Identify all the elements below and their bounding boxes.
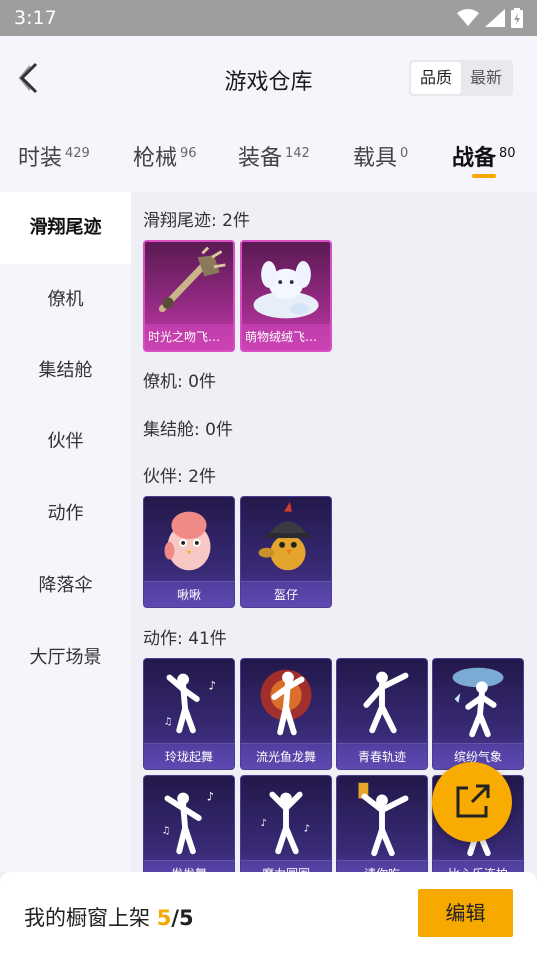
item-card[interactable]: 啾啾 — [143, 496, 235, 608]
item-name: 魔力圆圈 — [241, 860, 331, 872]
svg-text:♪: ♪ — [261, 818, 267, 829]
partner-bird-pink-icon — [164, 511, 211, 571]
item-card[interactable]: 青春轨迹 — [336, 658, 428, 770]
tab-label: 时装 — [18, 146, 63, 171]
svg-text:♫: ♫ — [164, 716, 173, 727]
tab-count: 0 — [400, 146, 409, 161]
emote-dancer-icon: ♪♫ — [164, 673, 216, 734]
sort-toggle: 品质 最新 — [409, 60, 513, 96]
tab-equipment[interactable]: 装备 142 — [238, 140, 310, 172]
signal-icon — [485, 9, 505, 27]
item-card[interactable]: 时光之吻飞行... — [143, 240, 235, 352]
item-name: 时光之吻飞行... — [145, 324, 233, 350]
status-icons — [457, 8, 523, 28]
emote-hair-dancer-icon: ♪♫ — [162, 789, 214, 855]
emote-fire-dancer-icon — [260, 669, 312, 736]
tab-fashion[interactable]: 时装 429 — [18, 140, 90, 172]
item-name: 啾啾 — [144, 581, 234, 607]
sort-quality-button[interactable]: 品质 — [411, 62, 461, 94]
item-name: 玲珑起舞 — [144, 743, 234, 769]
tab-vehicles[interactable]: 载具 0 — [353, 140, 408, 172]
tab-count: 80 — [499, 146, 516, 161]
tab-count: 429 — [65, 146, 90, 161]
item-card[interactable]: 缤纷气象 — [432, 658, 524, 770]
tab-battle-prep[interactable]: 战备 80 — [452, 140, 516, 172]
tab-guns[interactable]: 枪械 96 — [133, 140, 197, 172]
category-tabs: 时装 429 枪械 96 装备 142 载具 0 战备 80 — [0, 120, 537, 192]
showcase-bar: 我的橱窗上架 5/5 编辑 — [0, 872, 537, 955]
item-name: 青春轨迹 — [337, 743, 427, 769]
showcase-label: 我的橱窗上架 — [24, 906, 150, 930]
item-name: 盔仔 — [241, 581, 331, 607]
tab-label: 装备 — [238, 146, 283, 171]
item-name: 流光鱼龙舞 — [241, 743, 331, 769]
battery-icon — [511, 8, 523, 28]
item-card[interactable]: ♪♪ 魔力圆圈 — [240, 775, 332, 872]
tab-label: 载具 — [353, 146, 398, 171]
glide-trail-plush-icon — [253, 261, 319, 319]
tab-count: 142 — [285, 146, 310, 161]
partner-chick-helmet-icon — [258, 501, 310, 571]
showcase-status: 我的橱窗上架 5/5 — [24, 902, 194, 932]
active-tab-indicator — [472, 174, 496, 178]
item-name: 比心乐连拍 — [433, 860, 523, 872]
item-card[interactable]: 请你吃 — [336, 775, 428, 872]
item-card[interactable]: 盔仔 — [240, 496, 332, 608]
svg-text:♪: ♪ — [207, 789, 214, 803]
item-name: 发发舞 — [144, 860, 234, 872]
glide-trail-wand-icon — [158, 246, 226, 313]
emote-circle-dancer-icon: ♪♪ — [261, 791, 310, 855]
emote-pointing-dancer-icon — [363, 671, 409, 734]
item-card[interactable]: ♪♫ 发发舞 — [143, 775, 235, 872]
section-title-glide: 滑翔尾迹: 2件 — [143, 211, 250, 231]
item-card[interactable]: 萌物绒绒飞行... — [240, 240, 332, 352]
edit-button[interactable]: 编辑 — [418, 889, 513, 937]
tab-count: 96 — [180, 146, 197, 161]
top-bar: 游戏仓库 品质 最新 — [0, 36, 537, 120]
svg-text:♪: ♪ — [304, 824, 310, 835]
sidebar-item-rally-pod[interactable]: 集结舱 — [0, 335, 131, 407]
svg-text:♪: ♪ — [209, 678, 216, 692]
status-time: 3:17 — [14, 7, 57, 29]
emote-treat-dancer-icon — [358, 782, 409, 857]
section-title-wingman: 僚机: 0件 — [143, 372, 216, 392]
sidebar-item-wingman[interactable]: 僚机 — [0, 264, 131, 336]
sidebar-item-parachute[interactable]: 降落伞 — [0, 550, 131, 622]
showcase-current-count: 5 — [156, 906, 172, 930]
sidebar-item-glide-trail[interactable]: 滑翔尾迹 — [0, 192, 131, 264]
sidebar-item-partner[interactable]: 伙伴 — [0, 406, 131, 478]
sidebar-item-emote[interactable]: 动作 — [0, 478, 131, 550]
section-title-pod: 集结舱: 0件 — [143, 420, 233, 440]
status-bar: 3:17 — [0, 0, 537, 36]
section-title-emote: 动作: 41件 — [143, 629, 227, 649]
showcase-separator: / — [171, 906, 179, 930]
sort-newest-button[interactable]: 最新 — [461, 62, 511, 94]
share-fab-button[interactable] — [432, 762, 512, 842]
showcase-max-count: 5 — [178, 906, 194, 930]
tab-label: 枪械 — [133, 146, 178, 171]
share-external-icon — [456, 784, 490, 818]
item-name: 萌物绒绒飞行... — [242, 324, 330, 350]
tab-label: 战备 — [452, 146, 497, 171]
item-name: 请你吃 — [337, 860, 427, 872]
item-card[interactable]: 流光鱼龙舞 — [240, 658, 332, 770]
sidebar-item-lobby-scene[interactable]: 大厅场景 — [0, 622, 131, 694]
item-card[interactable]: ♪ ♫ 玲珑起舞 — [143, 658, 235, 770]
emote-weather-dancer-icon — [452, 667, 504, 738]
section-title-partner: 伙伴: 2件 — [143, 467, 216, 487]
svg-text:♫: ♫ — [162, 826, 171, 837]
wifi-icon — [457, 9, 479, 26]
subcategory-sidebar: 滑翔尾迹 僚机 集结舱 伙伴 动作 降落伞 大厅场景 — [0, 192, 131, 872]
